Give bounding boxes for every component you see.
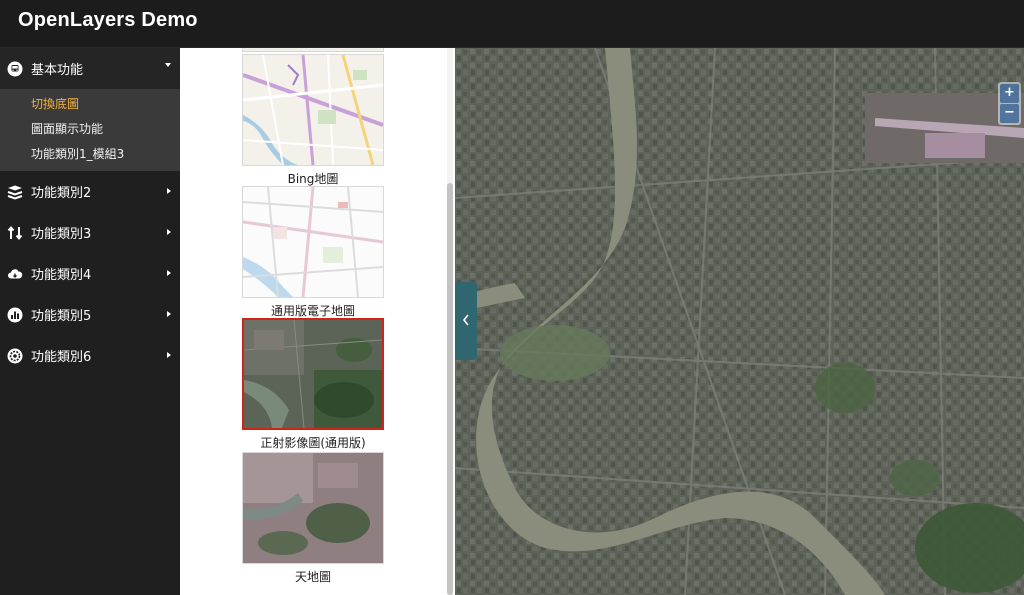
submenu-basic: 切換底圖 圖面顯示功能 功能類別1_模組3 [0, 89, 180, 171]
sidebar-item-basic[interactable]: 基本功能 [0, 48, 180, 89]
sidebar-item-label: 功能類別3 [31, 227, 92, 242]
sidebar: 基本功能 切換底圖 圖面顯示功能 功能類別1_模組3 功能類別2 功能類別3 功… [0, 48, 180, 595]
chevron-right-icon [167, 311, 171, 317]
sidebar-item-label: 基本功能 [31, 63, 84, 78]
basemap-caption: 正射影像圖(通用版) [260, 436, 366, 450]
basemap-thumbnail[interactable] [242, 452, 384, 564]
chevron-right-icon [167, 188, 171, 194]
chevron-right-icon [167, 270, 171, 276]
basemap-caption: 通用版電子地圖 [270, 304, 355, 318]
sidebar-item-category6[interactable]: 功能類別6 [0, 335, 180, 376]
basemap-option-emap[interactable]: 通用版電子地圖 [242, 186, 384, 319]
basemap-option-bing[interactable]: Bing地圖 [242, 54, 384, 187]
basemap-caption: Bing地圖 [287, 172, 339, 186]
submenu-item-switch-basemap[interactable]: 切換底圖 [0, 92, 180, 117]
settings-icon [7, 348, 23, 364]
submenu-item-display[interactable]: 圖面顯示功能 [0, 117, 180, 142]
app-title: OpenLayers Demo [18, 9, 198, 31]
basemap-thumbnail[interactable] [242, 186, 384, 298]
panel-scrollbar-thumb[interactable] [447, 183, 453, 595]
basemap-panel: Bing地圖 通用版電子地圖 正射影像圖(通用版) 天地圖 [180, 48, 455, 595]
submenu-item-module3[interactable]: 功能類別1_模組3 [0, 142, 180, 167]
sidebar-item-label: 功能類別4 [31, 268, 92, 283]
cloud-icon [7, 266, 23, 282]
basemap-caption: 天地圖 [294, 570, 331, 584]
layers-icon [7, 184, 23, 200]
app-header: OpenLayers Demo [0, 0, 1024, 48]
zoom-in-button[interactable]: + [1000, 84, 1019, 103]
basemap-option-ortho[interactable]: 正射影像圖(通用版) [242, 318, 384, 451]
transfer-icon [7, 225, 23, 241]
panel-collapse-button[interactable] [455, 282, 477, 360]
basemap-thumbnail[interactable] [242, 54, 384, 166]
zoom-control: + − [998, 82, 1021, 125]
basemap-option-tianditu[interactable]: 天地圖 [242, 452, 384, 585]
sidebar-item-label: 功能類別6 [31, 350, 92, 365]
sidebar-item-category2[interactable]: 功能類別2 [0, 171, 180, 212]
zoom-out-button[interactable]: − [1000, 104, 1019, 123]
bar-chart-icon [7, 307, 23, 323]
bus-icon [7, 61, 23, 77]
sidebar-item-label: 功能類別5 [31, 309, 92, 324]
chevron-left-icon [461, 312, 471, 331]
chevron-right-icon [167, 229, 171, 235]
sidebar-item-label: 功能類別2 [31, 186, 92, 201]
basemap-thumbnail-partial[interactable] [242, 48, 384, 52]
chevron-down-icon [165, 63, 171, 67]
sidebar-item-category3[interactable]: 功能類別3 [0, 212, 180, 253]
map-view[interactable] [455, 48, 1024, 595]
basemap-thumbnail-selected[interactable] [242, 318, 384, 430]
sidebar-item-category5[interactable]: 功能類別5 [0, 294, 180, 335]
chevron-right-icon [167, 352, 171, 358]
sidebar-item-category4[interactable]: 功能類別4 [0, 253, 180, 294]
